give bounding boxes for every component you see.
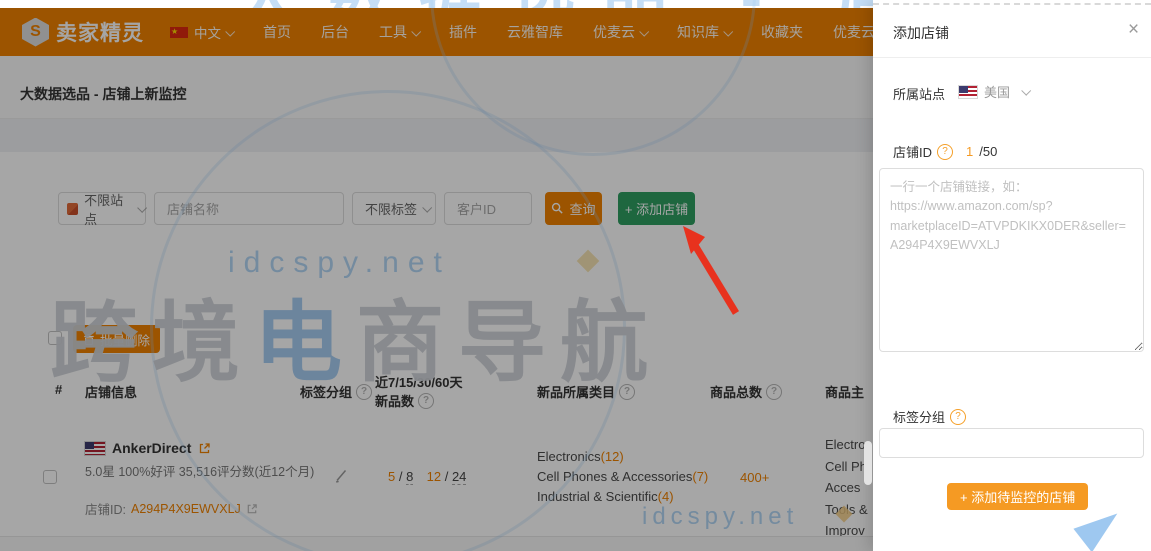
annotation-arrow <box>683 226 739 315</box>
drawer-divider <box>873 57 1151 58</box>
tag-group-input[interactable] <box>879 428 1144 458</box>
shop-links-textarea[interactable] <box>879 168 1144 352</box>
submit-label: + 添加待监控的店铺 <box>960 490 1076 505</box>
tag-group-label: 标签分组 <box>893 407 967 426</box>
shop-id-label: 店铺ID 1/50 <box>893 142 997 161</box>
label-text: 店铺ID <box>893 145 933 160</box>
label-text: 所属站点 <box>893 87 946 102</box>
submit-add-shop-button[interactable]: + 添加待监控的店铺 <box>947 483 1089 510</box>
help-icon[interactable] <box>937 143 954 160</box>
drawer-title: 添加店铺 <box>893 25 949 41</box>
site-value: 美国 <box>984 85 1011 100</box>
help-icon[interactable] <box>950 408 967 425</box>
site-select[interactable]: 美国 <box>958 82 1032 101</box>
site-label: 所属站点 <box>893 84 945 103</box>
scrollbar-thumb[interactable] <box>864 441 872 485</box>
quota-current: 1 <box>966 144 974 159</box>
drawer-top-dashes <box>873 3 1151 5</box>
quota-max: /50 <box>979 144 998 159</box>
label-text: 标签分组 <box>893 410 946 425</box>
add-shop-drawer: 添加店铺 × 所属站点 美国 店铺ID 1/50 标签分组 + 添加待监控的店铺 <box>873 0 1151 551</box>
chevron-down-icon <box>1021 85 1032 96</box>
close-icon[interactable]: × <box>1128 20 1139 39</box>
us-flag-icon <box>958 84 978 99</box>
app: 大数据选品 - 店铺上新监控 S 卖家精灵 中文 首页 后台 工具 插件 云雅智… <box>0 0 1151 551</box>
